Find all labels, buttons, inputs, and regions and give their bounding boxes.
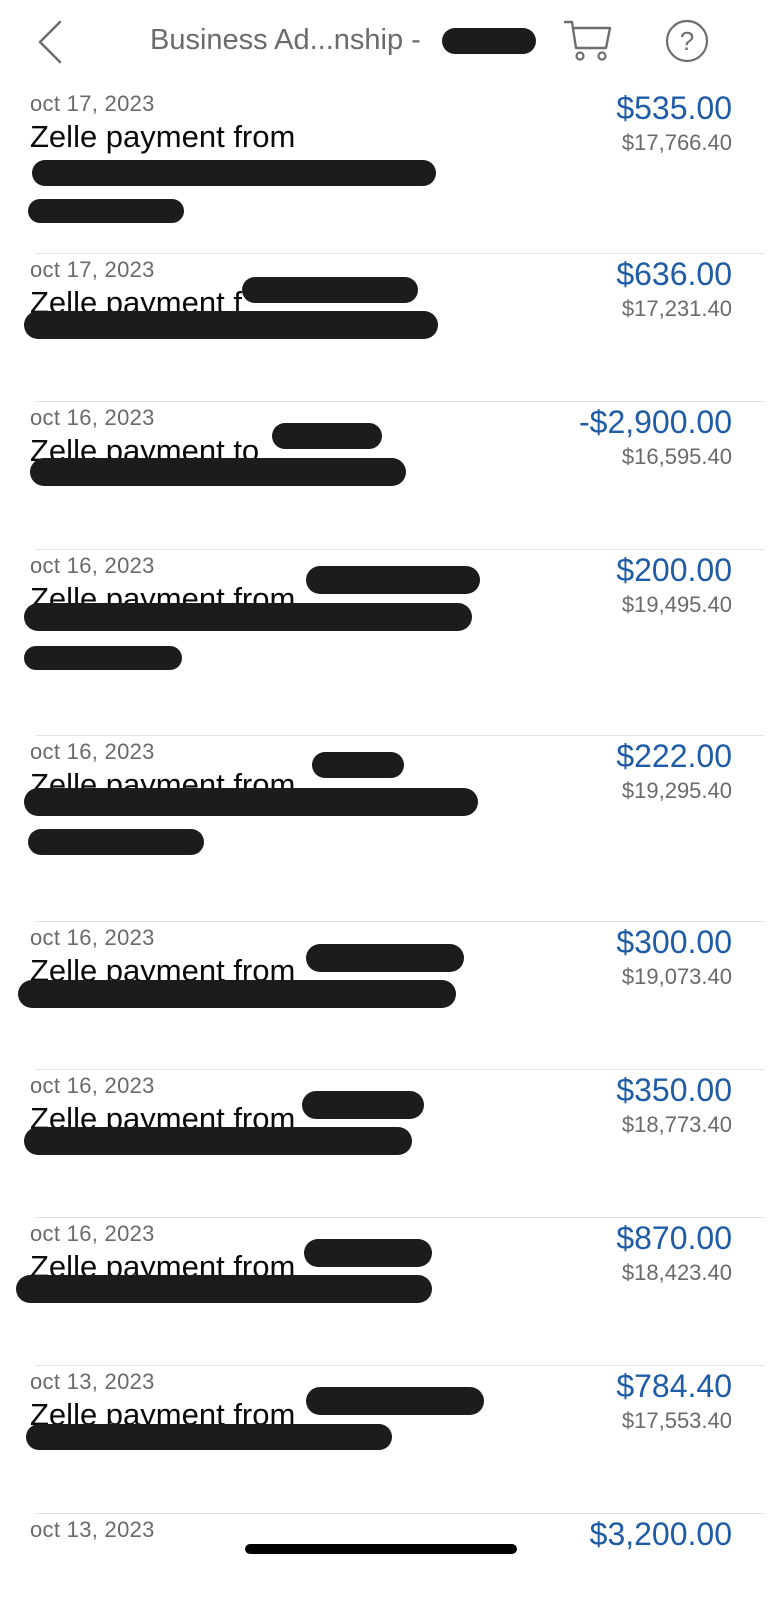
transaction-date: oct 16, 2023 [30,925,155,950]
redaction-bar [306,944,464,972]
redaction-bar [18,980,456,1008]
help-icon: ? [665,19,709,63]
running-balance: $17,766.40 [621,130,732,155]
transaction-date: oct 16, 2023 [30,1221,155,1246]
running-balance: $18,773.40 [621,1112,732,1137]
transaction-date: oct 16, 2023 [30,1073,155,1098]
redaction-bar [26,1424,392,1450]
transaction-amount: -$2,900.00 [578,404,732,440]
running-balance: $17,231.40 [621,296,732,321]
app-header: Business Ad...nship - ? [0,0,778,88]
home-indicator[interactable] [245,1544,517,1554]
running-balance: $19,295.40 [621,778,732,803]
redaction-bar [272,423,382,449]
redaction-bar [24,1127,412,1155]
transaction-date: oct 16, 2023 [30,405,155,430]
back-button[interactable] [34,18,74,66]
transaction-row[interactable]: oct 16, 2023 Zelle payment from $350.00 … [0,1070,778,1218]
running-balance: $17,553.40 [621,1408,732,1433]
transaction-amount: $636.00 [616,256,732,292]
transaction-date: oct 17, 2023 [30,91,155,116]
transaction-amount: $535.00 [616,90,732,126]
chevron-left-icon [38,20,62,64]
redaction-bar [24,603,472,631]
redaction-bar [28,199,184,223]
transaction-amount: $784.40 [616,1368,732,1404]
help-button[interactable]: ? [664,18,710,64]
transaction-date: oct 16, 2023 [30,553,155,578]
redaction-bar [242,277,418,303]
transaction-row[interactable]: oct 13, 2023 Zelle payment from $784.40 … [0,1366,778,1514]
redaction-bar [302,1091,424,1119]
transaction-date: oct 13, 2023 [30,1369,155,1394]
title-redaction [442,28,536,54]
transaction-amount: $300.00 [616,924,732,960]
transaction-row[interactable]: oct 16, 2023 Zelle payment to -$2,900.00… [0,402,778,550]
transaction-row[interactable]: oct 17, 2023 Zelle payment f $636.00 $17… [0,254,778,402]
running-balance: $16,595.40 [621,444,732,469]
transaction-date: oct 13, 2023 [30,1517,155,1542]
redaction-bar [306,566,480,594]
transaction-amount: $3,200.00 [589,1516,732,1552]
transaction-list: oct 17, 2023 Zelle payment from $535.00 … [0,88,778,1574]
transaction-date: oct 17, 2023 [30,257,155,282]
transaction-amount: $200.00 [616,552,732,588]
transaction-row[interactable]: oct 17, 2023 Zelle payment from $535.00 … [0,88,778,254]
redaction-bar [32,160,436,186]
transaction-amount: $222.00 [616,738,732,774]
redaction-bar [304,1239,432,1267]
redaction-bar [16,1275,432,1303]
redaction-bar [306,1387,484,1415]
transaction-row[interactable]: oct 16, 2023 Zelle payment from $870.00 … [0,1218,778,1366]
running-balance: $19,495.40 [621,592,732,617]
cart-button[interactable] [562,18,614,64]
redaction-bar [312,752,404,778]
redaction-bar [24,646,182,670]
redaction-bar [24,788,478,816]
redaction-bar [24,311,438,339]
transaction-amount: $350.00 [616,1072,732,1108]
transaction-row[interactable]: oct 16, 2023 Zelle payment from $222.00 … [0,736,778,922]
cart-icon [564,20,612,61]
transaction-row[interactable]: oct 16, 2023 Zelle payment from $200.00 … [0,550,778,736]
running-balance: $19,073.40 [621,964,732,989]
transaction-row[interactable]: oct 16, 2023 Zelle payment from $300.00 … [0,922,778,1070]
transaction-date: oct 16, 2023 [30,739,155,764]
svg-text:?: ? [680,26,694,56]
page-title: Business Ad...nship - [150,24,421,56]
redaction-bar [28,829,204,855]
transaction-description: Zelle payment from [30,119,296,154]
transaction-amount: $870.00 [616,1220,732,1256]
running-balance: $18,423.40 [621,1260,732,1285]
redaction-bar [30,458,406,486]
